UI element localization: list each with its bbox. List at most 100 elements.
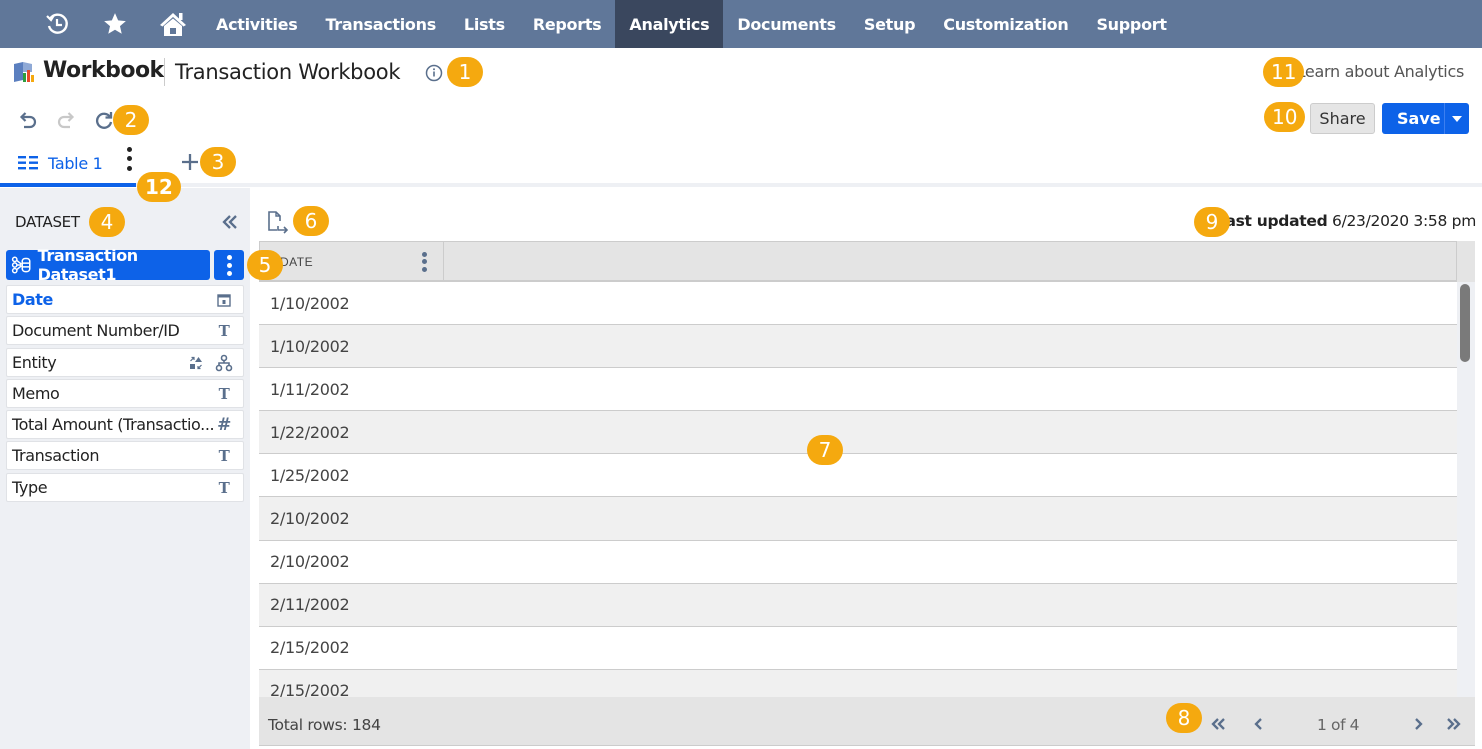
callout-badge: 3 — [200, 147, 236, 177]
page-indicator: 1 of 4 — [1317, 716, 1360, 734]
callout-badge: 7 — [807, 435, 843, 465]
plus-icon — [182, 154, 198, 170]
add-tab-button[interactable] — [180, 152, 200, 172]
text-type-icon: T — [218, 478, 230, 497]
field-item-memo[interactable]: Memo T — [6, 378, 244, 408]
callout-badge: 2 — [113, 105, 149, 135]
table-row[interactable]: 1/10/2002 — [259, 282, 1457, 326]
field-label: Document Number/ID — [12, 321, 180, 341]
double-chevron-left-icon — [1211, 718, 1225, 730]
field-label: Memo — [12, 383, 60, 403]
tab-table-1[interactable]: Table 1 — [18, 150, 103, 176]
dataset-icon — [11, 256, 31, 274]
nav-support[interactable]: Support — [1082, 0, 1180, 48]
callout-badge: 12 — [137, 172, 181, 202]
last-updated-label: Last updated — [1215, 212, 1328, 230]
field-item-total-amount[interactable]: Total Amount (Transactio... # — [6, 410, 244, 440]
nav-activities[interactable]: Activities — [202, 0, 311, 48]
table-row[interactable]: 2/10/2002 — [259, 540, 1457, 584]
text-type-icon: T — [218, 322, 230, 341]
text-type-icon: T — [218, 447, 230, 466]
first-page-button[interactable] — [1209, 714, 1229, 734]
tab-label: Table 1 — [48, 153, 103, 173]
table-row[interactable]: 1/10/2002 — [259, 325, 1457, 369]
previous-page-button[interactable] — [1249, 714, 1269, 734]
nav-lists[interactable]: Lists — [450, 0, 519, 48]
double-chevron-left-icon — [222, 215, 237, 229]
data-grid: DATE 1/10/2002 1/10/2002 1/11/2002 1/22/… — [259, 241, 1475, 746]
learn-about-analytics-link[interactable]: Learn about Analytics — [1297, 62, 1465, 81]
field-label: Type — [12, 477, 48, 497]
tab-options-menu[interactable] — [122, 145, 136, 173]
table-row[interactable]: 2/15/2002 — [259, 626, 1457, 670]
workbook-header: Workbook Transaction Workbook Learn abou… — [0, 48, 1482, 98]
column-header-date[interactable]: DATE — [260, 242, 444, 282]
column-header-label: DATE — [280, 255, 314, 269]
record-hierarchy-icon — [215, 354, 233, 372]
vertical-scrollbar[interactable] — [1457, 282, 1475, 697]
info-icon[interactable] — [425, 64, 443, 82]
top-nav: Activities Transactions Lists Reports An… — [0, 0, 1482, 48]
home-icon[interactable] — [144, 0, 202, 48]
last-page-button[interactable] — [1443, 714, 1463, 734]
dataset-button[interactable]: Transaction Dataset1 — [6, 246, 210, 284]
callout-badge: 9 — [1194, 207, 1230, 237]
grid-body: 1/10/2002 1/10/2002 1/11/2002 1/22/2002 … — [259, 282, 1457, 697]
table-row[interactable]: 2/15/2002 — [259, 669, 1457, 697]
save-options-dropdown[interactable] — [1444, 103, 1469, 134]
field-item-type[interactable]: Type T — [6, 472, 244, 502]
table-icon — [18, 156, 38, 170]
field-item-entity[interactable]: Entity — [6, 347, 244, 377]
nav-reports[interactable]: Reports — [519, 0, 616, 48]
save-button-label[interactable]: Save — [1382, 109, 1444, 128]
field-list: Date Document Number/ID T Entity Memo T … — [6, 285, 244, 504]
active-tab-indicator — [0, 183, 136, 187]
chevron-down-icon — [1452, 115, 1462, 122]
last-updated-value: 6/23/2020 3:58 pm — [1332, 212, 1476, 230]
calendar-icon — [215, 291, 233, 309]
field-item-document-number[interactable]: Document Number/ID T — [6, 316, 244, 346]
table-row[interactable]: 2/10/2002 — [259, 497, 1457, 541]
next-page-button[interactable] — [1408, 714, 1428, 734]
scrollbar-thumb[interactable] — [1460, 284, 1470, 362]
callout-badge: 5 — [247, 250, 283, 280]
workbook-toolbar: Share Save — [0, 98, 1482, 142]
number-type-icon: # — [217, 415, 231, 436]
callout-badge: 8 — [1166, 703, 1202, 733]
redo-button[interactable] — [54, 108, 78, 132]
last-updated: Last updated 6/23/2020 3:58 pm — [1216, 212, 1476, 230]
field-item-transaction[interactable]: Transaction T — [6, 441, 244, 471]
chevron-left-icon — [1254, 718, 1262, 730]
table-row[interactable]: 2/11/2002 — [259, 583, 1457, 627]
callout-badge: 6 — [293, 206, 329, 236]
export-icon — [268, 211, 289, 234]
table-row[interactable]: 1/22/2002 — [259, 411, 1457, 455]
join-record-icon[interactable] — [187, 354, 205, 372]
dataset-panel-title: DATASET — [15, 213, 80, 231]
column-options-menu[interactable] — [420, 251, 428, 273]
nav-analytics[interactable]: Analytics — [615, 0, 724, 48]
nav-customization[interactable]: Customization — [929, 0, 1082, 48]
collapse-panel-button[interactable] — [220, 213, 240, 231]
nav-transactions[interactable]: Transactions — [311, 0, 449, 48]
save-button[interactable]: Save — [1382, 103, 1469, 134]
text-type-icon: T — [218, 384, 230, 403]
table-row[interactable]: 1/25/2002 — [259, 454, 1457, 498]
undo-icon — [19, 112, 37, 129]
grid-header: DATE — [259, 241, 1457, 282]
nav-setup[interactable]: Setup — [850, 0, 929, 48]
callout-badge: 4 — [89, 207, 125, 237]
refresh-icon — [96, 112, 113, 129]
field-item-date[interactable]: Date — [6, 285, 244, 314]
field-label: Entity — [12, 352, 57, 372]
callout-badge: 11 — [1263, 57, 1305, 87]
recent-records-icon[interactable] — [28, 0, 86, 48]
undo-button[interactable] — [16, 108, 40, 132]
share-button[interactable]: Share — [1310, 103, 1375, 134]
table-row[interactable]: 1/11/2002 — [259, 368, 1457, 412]
dataset-options-menu[interactable] — [214, 250, 244, 280]
double-chevron-right-icon — [1447, 718, 1461, 730]
star-icon[interactable] — [86, 0, 144, 48]
export-button[interactable] — [267, 210, 289, 234]
nav-documents[interactable]: Documents — [723, 0, 850, 48]
